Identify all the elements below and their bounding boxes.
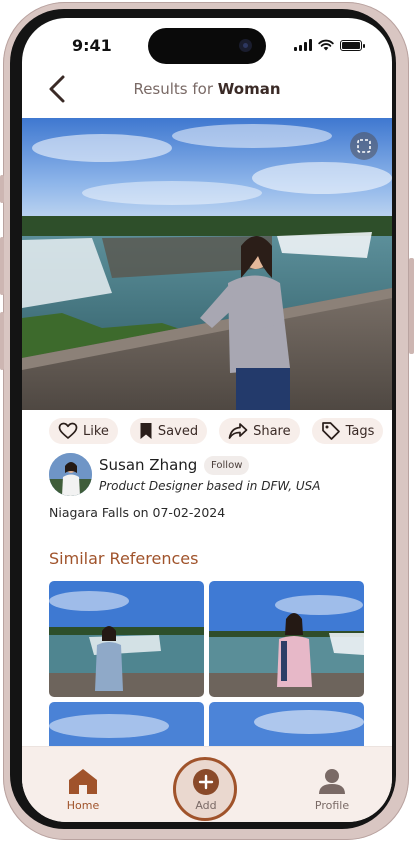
tags-label: Tags: [345, 423, 375, 439]
saved-button[interactable]: Saved: [129, 418, 208, 444]
saved-label: Saved: [157, 423, 199, 439]
follow-button[interactable]: Follow: [204, 456, 250, 475]
power-button: [409, 258, 414, 354]
wifi-icon: [318, 39, 334, 51]
cellular-signal-icon: [294, 39, 312, 51]
dynamic-island: [148, 28, 266, 64]
tag-icon: [321, 422, 340, 440]
author-bio: Product Designer based in DFW, USA: [99, 479, 321, 493]
mute-switch: [0, 175, 4, 203]
section-title: Similar References: [49, 549, 199, 568]
photo-location-date: Niagara Falls on 07-02-2024: [49, 505, 226, 520]
nav-profile-label: Profile: [314, 799, 350, 812]
thumbnail-photo: [49, 581, 204, 697]
status-time: 9:41: [72, 36, 112, 55]
author-avatar[interactable]: [49, 453, 92, 496]
battery-icon: [340, 40, 365, 51]
user-icon: [319, 769, 345, 794]
front-camera: [239, 39, 252, 52]
share-icon: [228, 423, 248, 439]
avatar-photo: [49, 453, 92, 496]
action-bar: Like Saved Share Tags: [49, 418, 384, 444]
nav-add[interactable]: [193, 769, 219, 795]
nav-add-label: Add: [195, 799, 217, 812]
author-name[interactable]: Susan Zhang: [99, 456, 197, 474]
hero-photo[interactable]: [22, 118, 392, 410]
nav-profile[interactable]: Profile: [309, 767, 355, 812]
volume-down-button: [0, 312, 4, 370]
share-label: Share: [253, 423, 291, 439]
search-query: Woman: [217, 80, 281, 98]
like-button[interactable]: Like: [49, 418, 118, 444]
nav-home[interactable]: Home: [62, 767, 104, 812]
status-icons: [294, 39, 365, 51]
expand-icon: [357, 139, 371, 153]
bottom-navigation: Home Add Profile: [22, 746, 392, 822]
volume-up-button: [0, 237, 4, 295]
title-prefix: Results for: [133, 80, 214, 98]
similar-thumbnail[interactable]: [49, 581, 204, 697]
plus-icon: [198, 774, 214, 790]
expand-button[interactable]: [350, 132, 378, 160]
niagara-photo: [22, 118, 392, 410]
page-title: Results for Woman: [22, 80, 392, 98]
tags-button[interactable]: Tags: [311, 418, 384, 444]
heart-icon: [58, 422, 78, 439]
share-button[interactable]: Share: [219, 418, 300, 444]
thumbnail-photo: [209, 581, 364, 697]
similar-thumbnail[interactable]: [209, 581, 364, 697]
nav-home-label: Home: [66, 799, 100, 812]
bookmark-icon: [140, 423, 152, 439]
like-label: Like: [83, 423, 109, 439]
screen: 9:41 Results for Woman Like Saved Share …: [22, 18, 392, 822]
home-icon: [69, 769, 97, 794]
